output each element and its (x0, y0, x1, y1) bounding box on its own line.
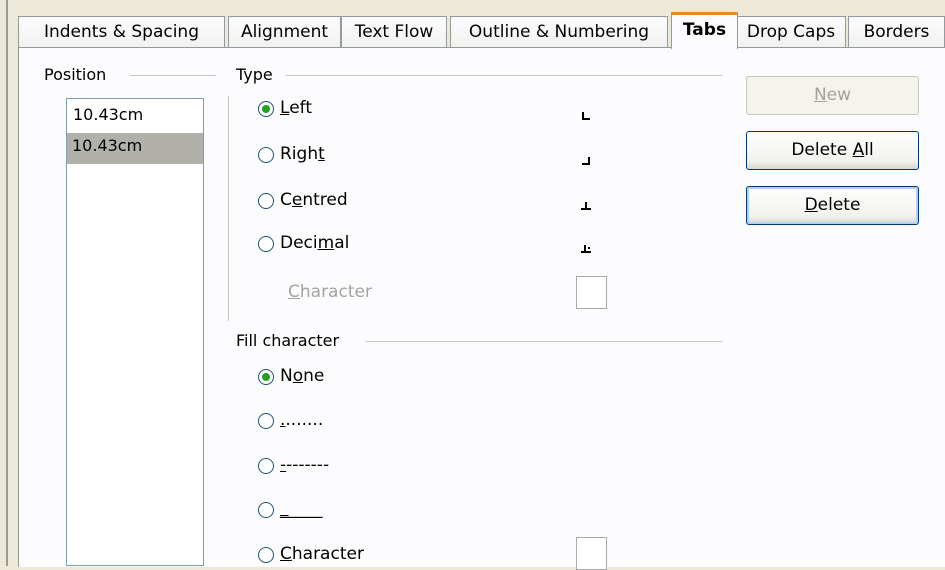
delete-button[interactable]: Delete (746, 186, 919, 225)
type-right-label[interactable]: Right (280, 144, 325, 164)
position-header-line (130, 75, 216, 76)
left-tab-icon (580, 112, 592, 124)
new-button[interactable]: New (746, 76, 919, 115)
type-decimal-label[interactable]: Decimal (280, 233, 349, 253)
tab-indents-spacing[interactable]: Indents & Spacing (18, 16, 225, 47)
tab-tabs[interactable]: Tabs (671, 12, 738, 49)
type-character-field[interactable] (576, 276, 607, 309)
fill-underscore-radio[interactable] (258, 502, 274, 518)
fill-character-field[interactable] (576, 537, 607, 570)
type-right-radio[interactable] (258, 147, 274, 163)
right-tab-icon (580, 157, 592, 169)
position-list[interactable]: 10.43cm (66, 133, 204, 566)
fill-underscore-label[interactable]: _____ (280, 499, 323, 519)
type-left-label[interactable]: Left (280, 98, 312, 118)
type-header: Type (236, 65, 279, 84)
tab-bar: Indents & Spacing Alignment Text Flow Ou… (18, 12, 945, 49)
fill-character-label[interactable]: Character (280, 544, 364, 564)
type-centred-label[interactable]: Centred (280, 190, 348, 210)
tab-text-flow[interactable]: Text Flow (341, 16, 447, 47)
type-centred-radio[interactable] (258, 193, 274, 209)
fill-dots-radio[interactable] (258, 413, 274, 429)
type-header-line (286, 75, 722, 76)
fill-dashes-radio[interactable] (258, 458, 274, 474)
type-decimal-radio[interactable] (258, 236, 274, 252)
fill-character-radio[interactable] (258, 547, 274, 563)
fill-header: Fill character (236, 331, 346, 350)
tab-drop-caps[interactable]: Drop Caps (736, 16, 846, 47)
fill-none-radio[interactable] (258, 369, 274, 385)
tab-alignment[interactable]: Alignment (228, 16, 341, 47)
fill-header-line (366, 341, 722, 342)
centred-tab-icon (580, 202, 592, 214)
fill-dots-label[interactable]: ........ (280, 410, 323, 430)
fill-none-label[interactable]: None (280, 366, 324, 386)
tab-borders[interactable]: Borders (848, 16, 945, 47)
type-character-label: Character (288, 282, 372, 302)
window-top-strip (10, 0, 945, 12)
position-header: Position (44, 65, 113, 84)
decimal-tab-icon (580, 245, 592, 257)
window-left-border (0, 0, 10, 566)
tab-outline-numbering[interactable]: Outline & Numbering (450, 16, 668, 47)
vertical-separator (228, 96, 229, 321)
fill-dashes-label[interactable]: -------- (280, 455, 329, 475)
type-left-radio[interactable] (258, 101, 274, 117)
list-item[interactable]: 10.43cm (67, 133, 203, 164)
position-input[interactable]: 10.43cm (66, 98, 204, 134)
delete-all-button[interactable]: Delete All (746, 131, 919, 170)
